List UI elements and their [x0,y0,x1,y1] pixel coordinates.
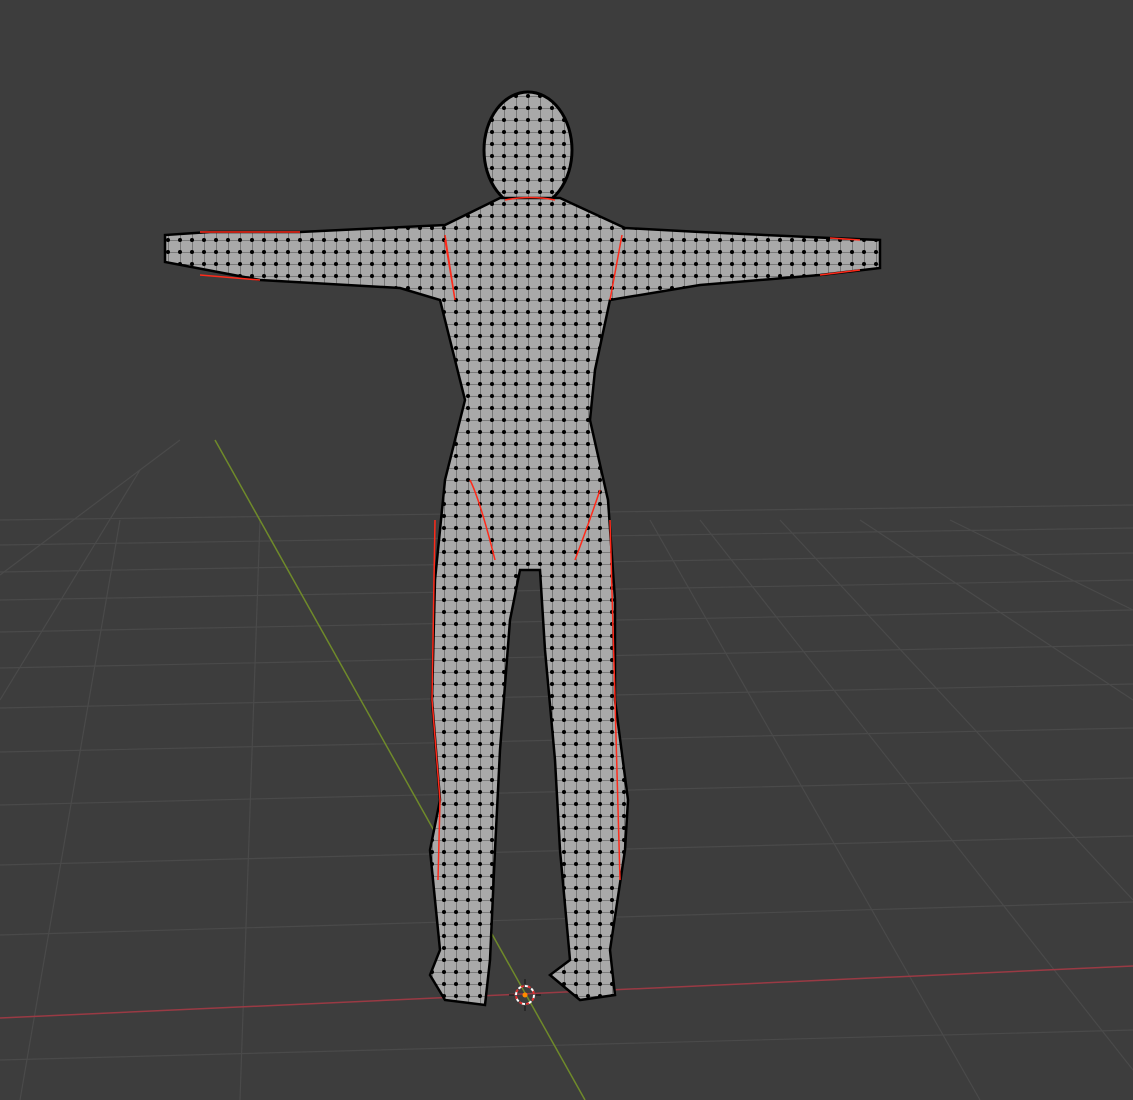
mesh-head[interactable] [482,90,574,210]
viewport-canvas[interactable] [0,0,1133,1100]
3d-viewport[interactable] [0,0,1133,1100]
3d-cursor-icon[interactable] [509,979,541,1011]
mesh-body[interactable] [163,196,882,1007]
human-mesh[interactable] [163,90,882,1007]
